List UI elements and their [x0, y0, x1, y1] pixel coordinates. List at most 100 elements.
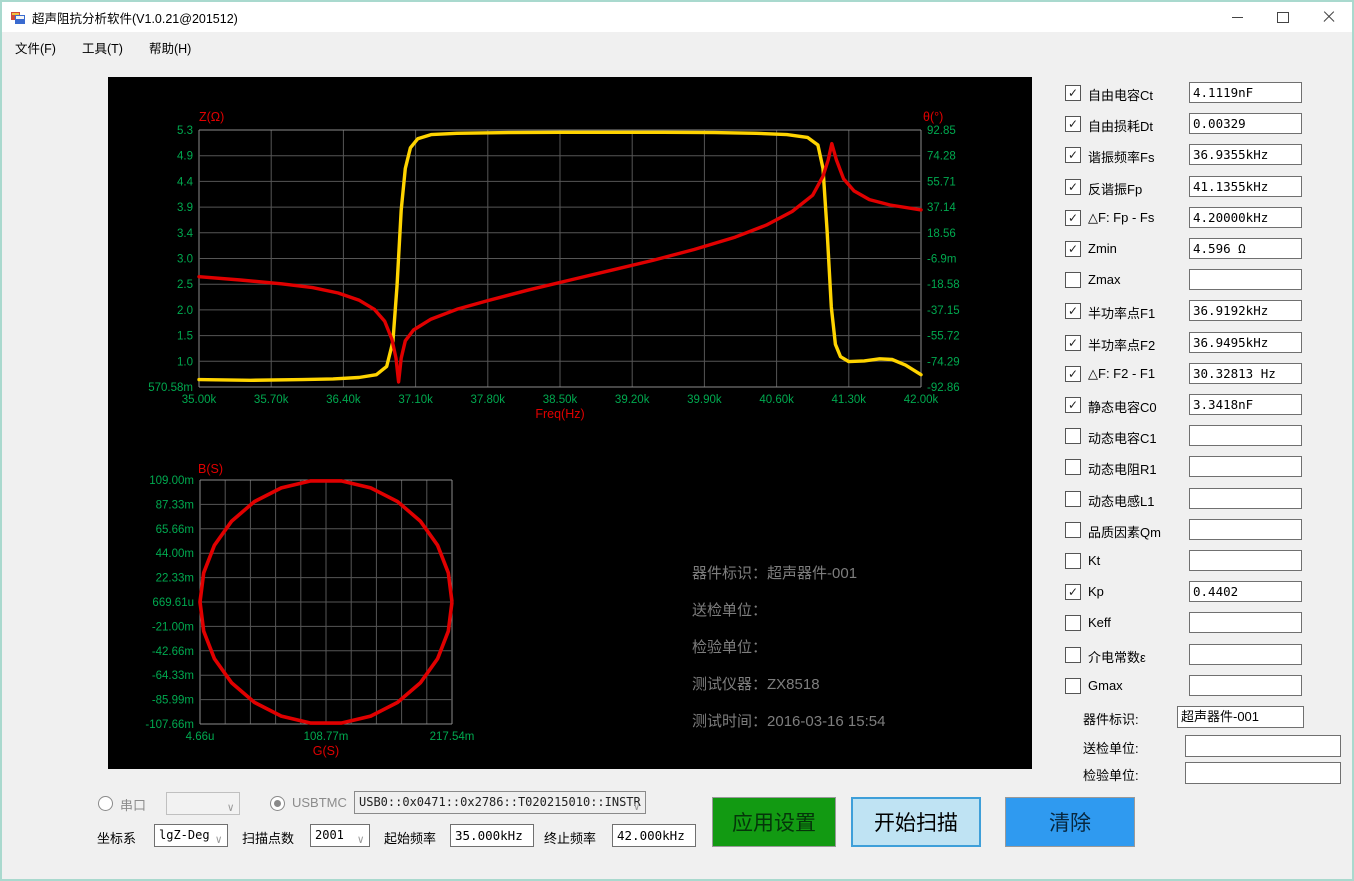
- checkbox-checked-icon[interactable]: ✓: [1065, 178, 1081, 195]
- checkbox-icon[interactable]: [1065, 553, 1081, 569]
- start-freq-label: 起始频率: [384, 831, 437, 846]
- svg-text:39.20k: 39.20k: [615, 394, 650, 406]
- checkbox-icon[interactable]: [1065, 646, 1081, 663]
- param-row: ✓ 谐振频率Fs 36.9355kHz: [1065, 144, 1352, 166]
- svg-text:40.60k: 40.60k: [759, 394, 794, 406]
- info-test-time: 测试时间：2016-03-16 15:54: [692, 713, 886, 730]
- apply-settings-button[interactable]: 应用设置: [712, 797, 836, 847]
- param-label: 半功率点F2: [1088, 337, 1156, 353]
- svg-text:-107.66m: -107.66m: [145, 719, 194, 731]
- app-window: 超声阻抗分析软件(V1.0.21@201512) 文件(F) 工具(T) 帮助(…: [0, 0, 1354, 881]
- param-value-field[interactable]: [1189, 674, 1302, 696]
- checkbox-icon[interactable]: [1065, 615, 1081, 632]
- param-value-field[interactable]: [1189, 550, 1302, 571]
- param-value-field[interactable]: [1189, 612, 1302, 634]
- start-scan-button[interactable]: 开始扫描: [851, 797, 981, 847]
- usbtmc-radio[interactable]: [270, 796, 285, 811]
- inspection-unit-field[interactable]: [1185, 762, 1341, 784]
- checkbox-icon[interactable]: [1065, 272, 1081, 289]
- checkbox-icon[interactable]: [1065, 490, 1081, 507]
- info-instrument: 测试仪器：ZX8518: [692, 676, 820, 693]
- checkbox-checked-icon[interactable]: ✓: [1065, 241, 1081, 257]
- param-value-field[interactable]: 30.32813 Hz: [1189, 362, 1302, 384]
- param-value-field[interactable]: 3.3418nF: [1189, 394, 1302, 415]
- svg-text:36.40k: 36.40k: [326, 394, 361, 406]
- svg-text:-6.9m: -6.9m: [927, 254, 956, 266]
- stop-freq-input[interactable]: 42.000kHz: [612, 824, 696, 847]
- svg-text:-37.15: -37.15: [927, 305, 960, 317]
- clear-button[interactable]: 清除: [1005, 797, 1135, 847]
- submitting-unit-field[interactable]: [1185, 735, 1341, 757]
- chevron-down-icon: ∨: [215, 833, 222, 846]
- svg-text:-92.86: -92.86: [927, 382, 960, 394]
- menu-help[interactable]: 帮助(H): [136, 33, 204, 62]
- svg-text:-74.29: -74.29: [927, 356, 960, 368]
- param-label: 谐振频率Fs: [1088, 150, 1155, 166]
- svg-text:4.66u: 4.66u: [186, 731, 215, 743]
- checkbox-checked-icon[interactable]: ✓: [1065, 584, 1081, 601]
- param-label: △F: Fp - Fs: [1088, 209, 1155, 225]
- svg-text:2.5: 2.5: [177, 279, 193, 291]
- param-value-field[interactable]: [1189, 425, 1302, 447]
- svg-text:37.10k: 37.10k: [398, 394, 433, 406]
- svg-text:-42.66m: -42.66m: [152, 646, 194, 658]
- coord-system-combobox[interactable]: lgZ-Deg ∨: [154, 824, 228, 847]
- device-id-field[interactable]: 超声器件-001: [1177, 706, 1304, 728]
- svg-text:-85.99m: -85.99m: [152, 695, 194, 707]
- param-value-field[interactable]: 0.00329: [1189, 113, 1302, 135]
- svg-text:4.4: 4.4: [177, 176, 194, 188]
- info-submitting-unit: 送检单位：: [692, 602, 768, 619]
- checkbox-checked-icon[interactable]: ✓: [1065, 116, 1081, 133]
- svg-text:Freq(Hz): Freq(Hz): [535, 407, 584, 421]
- checkbox-checked-icon[interactable]: ✓: [1065, 334, 1081, 351]
- param-value-field[interactable]: 41.1355kHz: [1189, 175, 1302, 197]
- param-label: △F: F2 - F1: [1088, 365, 1156, 381]
- svg-text:65.66m: 65.66m: [156, 524, 194, 536]
- svg-text:-55.72: -55.72: [927, 331, 960, 343]
- checkbox-checked-icon[interactable]: ✓: [1065, 303, 1081, 320]
- param-value-field[interactable]: 4.596 Ω: [1189, 238, 1302, 259]
- svg-text:669.61u: 669.61u: [152, 597, 194, 609]
- param-row: ✓ △F: Fp - Fs 4.20000kHz: [1065, 206, 1352, 229]
- checkbox-checked-icon[interactable]: ✓: [1065, 147, 1081, 164]
- device-id-label: 器件标识:: [1083, 712, 1139, 727]
- param-value-field[interactable]: 36.9192kHz: [1189, 300, 1302, 322]
- serial-port-combobox[interactable]: ∨: [166, 792, 240, 815]
- param-label: Zmax: [1088, 272, 1121, 288]
- serial-radio[interactable]: [98, 796, 113, 811]
- menu-file[interactable]: 文件(F): [2, 33, 69, 62]
- param-value-field[interactable]: [1189, 269, 1302, 291]
- usbtmc-address-combobox[interactable]: USB0::0x0471::0x2786::T020215010::INSTR ∨: [354, 791, 646, 814]
- param-value-field[interactable]: 4.20000kHz: [1189, 206, 1302, 228]
- param-value-field[interactable]: 0.4402: [1189, 581, 1302, 603]
- checkbox-checked-icon[interactable]: ✓: [1065, 397, 1081, 413]
- svg-text:4.9: 4.9: [177, 151, 193, 163]
- checkbox-icon[interactable]: [1065, 677, 1081, 694]
- svg-text:G(S): G(S): [313, 744, 339, 758]
- checkbox-checked-icon[interactable]: ✓: [1065, 209, 1081, 226]
- svg-text:3.4: 3.4: [177, 228, 194, 240]
- checkbox-icon[interactable]: [1065, 428, 1081, 445]
- param-row: 动态电容C1: [1065, 425, 1352, 447]
- param-value-field[interactable]: [1189, 643, 1302, 665]
- svg-text:18.56: 18.56: [927, 228, 956, 240]
- param-value-field[interactable]: [1189, 518, 1302, 540]
- param-row: ✓ 半功率点F1 36.9192kHz: [1065, 300, 1352, 322]
- param-value-field[interactable]: 36.9495kHz: [1189, 331, 1302, 353]
- svg-text:22.33m: 22.33m: [156, 573, 194, 585]
- svg-text:37.80k: 37.80k: [471, 394, 506, 406]
- param-value-field[interactable]: 36.9355kHz: [1189, 144, 1302, 166]
- param-value-field[interactable]: 4.1119nF: [1189, 82, 1302, 103]
- start-freq-input[interactable]: 35.000kHz: [450, 824, 534, 847]
- svg-text:35.70k: 35.70k: [254, 394, 289, 406]
- chevron-down-icon: ∨: [227, 801, 234, 814]
- checkbox-icon[interactable]: [1065, 521, 1081, 538]
- param-value-field[interactable]: [1189, 456, 1302, 478]
- param-value-field[interactable]: [1189, 487, 1302, 509]
- checkbox-icon[interactable]: [1065, 459, 1081, 476]
- menu-tools[interactable]: 工具(T): [69, 33, 136, 62]
- checkbox-checked-icon[interactable]: ✓: [1065, 365, 1081, 382]
- param-row: ✓ 静态电容C0 3.3418nF: [1065, 394, 1352, 416]
- checkbox-checked-icon[interactable]: ✓: [1065, 85, 1081, 101]
- scan-points-combobox[interactable]: 2001 ∨: [310, 824, 370, 847]
